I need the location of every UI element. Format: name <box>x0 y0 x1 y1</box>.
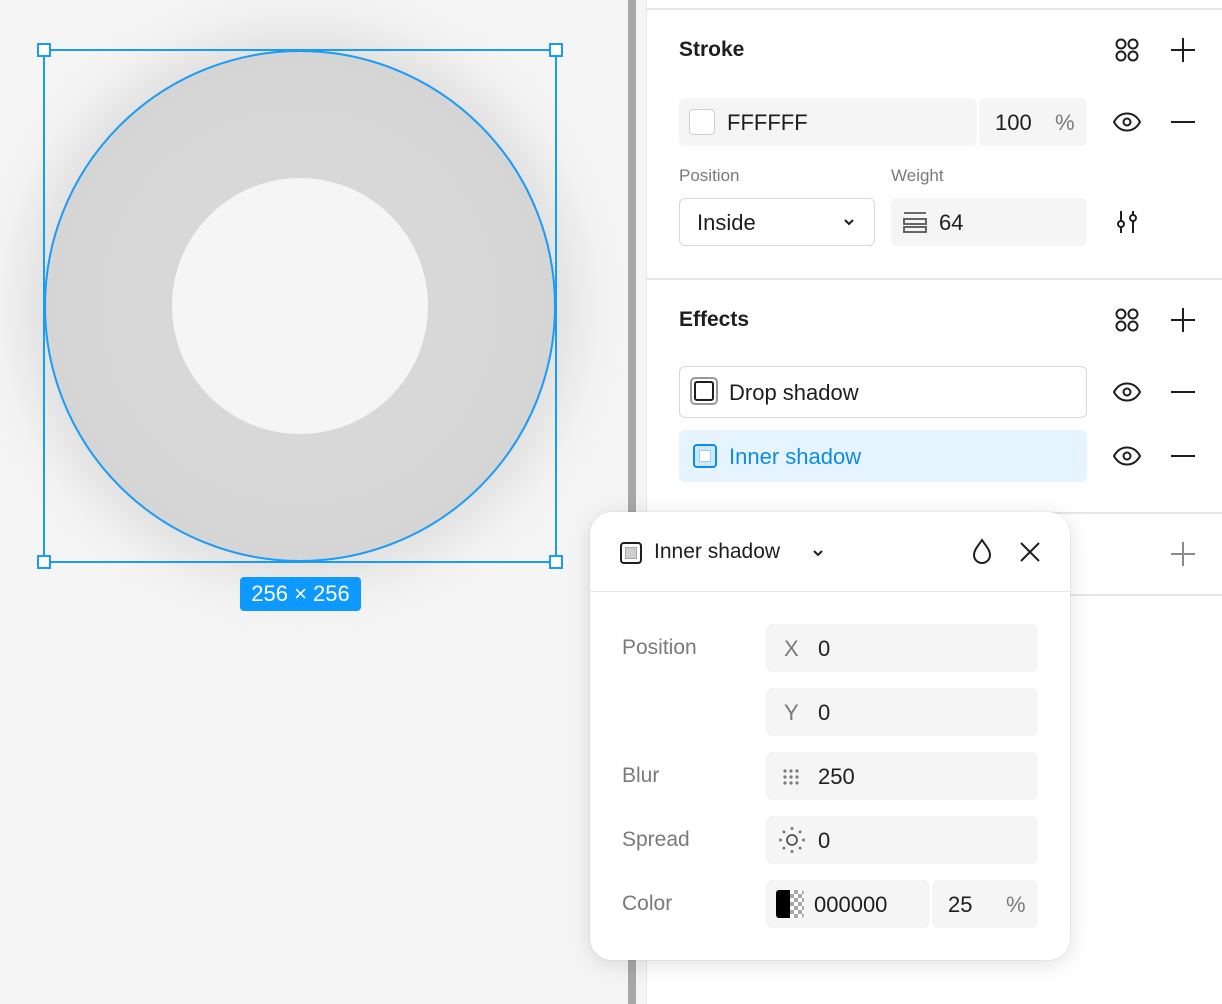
close-icon <box>1020 542 1040 562</box>
inner-shadow-type-icon <box>620 542 642 564</box>
remove-inner-shadow-button[interactable] <box>1166 439 1200 473</box>
remove-stroke-button[interactable] <box>1166 105 1200 139</box>
selection-box <box>43 49 557 563</box>
shadow-spread-label: Spread <box>622 828 690 851</box>
checker-swatch-icon <box>790 890 804 918</box>
resize-handle-top-right[interactable] <box>549 43 563 57</box>
add-stroke-button[interactable] <box>1166 33 1200 67</box>
design-canvas[interactable]: 256 × 256 <box>0 0 628 1004</box>
drop-shadow-effect-icon[interactable] <box>690 377 718 405</box>
inner-shadow-visibility-toggle[interactable] <box>1110 439 1144 473</box>
close-popup-button[interactable] <box>1013 535 1047 569</box>
styles-grid-icon <box>1115 38 1139 62</box>
popup-divider <box>590 591 1070 592</box>
drop-shadow-label: Drop shadow <box>729 380 859 405</box>
inner-shadow-label: Inner shadow <box>729 444 862 469</box>
eye-icon <box>1112 382 1142 402</box>
spread-sun-icon <box>779 827 805 853</box>
swatch-solid-half <box>776 890 790 918</box>
stroke-visibility-toggle[interactable] <box>1110 105 1144 139</box>
effects-styles-button[interactable] <box>1110 303 1144 337</box>
stroke-color-swatch[interactable] <box>689 109 715 135</box>
weight-lines-icon <box>903 212 927 233</box>
eye-icon <box>1112 112 1142 132</box>
section-divider <box>647 8 1222 10</box>
y-label: Y <box>784 700 799 725</box>
stroke-weight-value[interactable]: 64 <box>939 210 963 236</box>
popup-title[interactable]: Inner shadow <box>654 540 780 564</box>
shadow-opacity-field[interactable]: 25 % <box>932 880 1038 928</box>
shadow-x-value[interactable]: 0 <box>818 636 830 662</box>
stroke-section-title: Stroke <box>679 38 745 61</box>
shadow-opacity-percent: % <box>1006 892 1026 917</box>
stroke-styles-button[interactable] <box>1110 33 1144 67</box>
shadow-blur-label: Blur <box>622 764 660 787</box>
sliders-icon <box>1117 211 1137 233</box>
plus-icon <box>1171 38 1195 62</box>
stroke-opacity-percent: % <box>1055 110 1075 135</box>
resize-handle-bottom-right[interactable] <box>549 555 563 569</box>
effects-section-title: Effects <box>679 308 750 331</box>
chevron-down-icon <box>844 219 854 226</box>
shadow-color-swatch[interactable] <box>776 890 804 918</box>
blur-dots-icon <box>783 769 799 785</box>
plus-icon <box>1171 542 1195 566</box>
styles-grid-icon <box>1115 308 1139 332</box>
stroke-advanced-settings-button[interactable] <box>1110 205 1144 239</box>
shadow-y-field[interactable]: Y 0 <box>766 688 1038 736</box>
chevron-down-icon[interactable] <box>811 548 825 558</box>
stroke-opacity-value[interactable]: 100 <box>995 110 1032 136</box>
remove-drop-shadow-button[interactable] <box>1166 375 1200 409</box>
shadow-x-field[interactable]: X 0 <box>766 624 1038 672</box>
resize-handle-top-left[interactable] <box>37 43 51 57</box>
inner-shadow-icon-inner <box>699 450 711 462</box>
inner-shadow-type-icon-inner <box>625 547 637 559</box>
inner-shadow-effect-icon[interactable] <box>693 444 717 468</box>
minus-icon <box>1171 121 1195 123</box>
shadow-color-field[interactable]: 000000 <box>766 880 930 928</box>
plus-icon <box>1171 308 1195 332</box>
eye-icon <box>1112 446 1142 466</box>
shadow-position-label: Position <box>622 636 697 659</box>
stroke-color-hex[interactable]: FFFFFF <box>727 110 808 136</box>
drop-shadow-visibility-toggle[interactable] <box>1110 375 1144 409</box>
apply-style-button[interactable] <box>965 535 999 569</box>
shadow-spread-field[interactable]: 0 <box>766 816 1038 864</box>
stroke-opacity-field[interactable]: 100 % <box>979 98 1087 146</box>
stroke-weight-label: Weight <box>891 166 944 185</box>
add-section-button[interactable] <box>1166 537 1200 571</box>
minus-icon <box>1171 455 1195 457</box>
shadow-color-label: Color <box>622 892 673 915</box>
shadow-blur-value[interactable]: 250 <box>818 764 855 790</box>
add-effect-button[interactable] <box>1166 303 1200 337</box>
effect-row-inner-shadow[interactable]: Inner shadow <box>679 430 1087 482</box>
shadow-blur-field[interactable]: 250 <box>766 752 1038 800</box>
stroke-color-field[interactable]: FFFFFF <box>679 98 977 146</box>
resize-handle-bottom-left[interactable] <box>37 555 51 569</box>
drop-shadow-icon-inner <box>694 381 714 401</box>
dimensions-badge: 256 × 256 <box>240 577 361 611</box>
shadow-color-hex[interactable]: 000000 <box>814 892 887 918</box>
shadow-opacity-value[interactable]: 25 <box>948 892 972 918</box>
drop-icon <box>972 538 992 564</box>
stroke-position-select[interactable]: Inside <box>679 198 875 246</box>
minus-icon <box>1171 391 1195 393</box>
stroke-weight-field[interactable]: 64 <box>891 198 1087 246</box>
stroke-position-value: Inside <box>697 210 756 235</box>
section-divider <box>647 278 1222 280</box>
stroke-position-label: Position <box>679 166 740 185</box>
x-label: X <box>784 636 799 661</box>
inner-shadow-settings-popup: Inner shadow Position X 0 Y 0 Blur 250 S… <box>590 512 1070 960</box>
shadow-y-value[interactable]: 0 <box>818 700 830 726</box>
shadow-spread-value[interactable]: 0 <box>818 828 830 854</box>
effect-row-drop-shadow[interactable]: Drop shadow <box>679 366 1087 418</box>
